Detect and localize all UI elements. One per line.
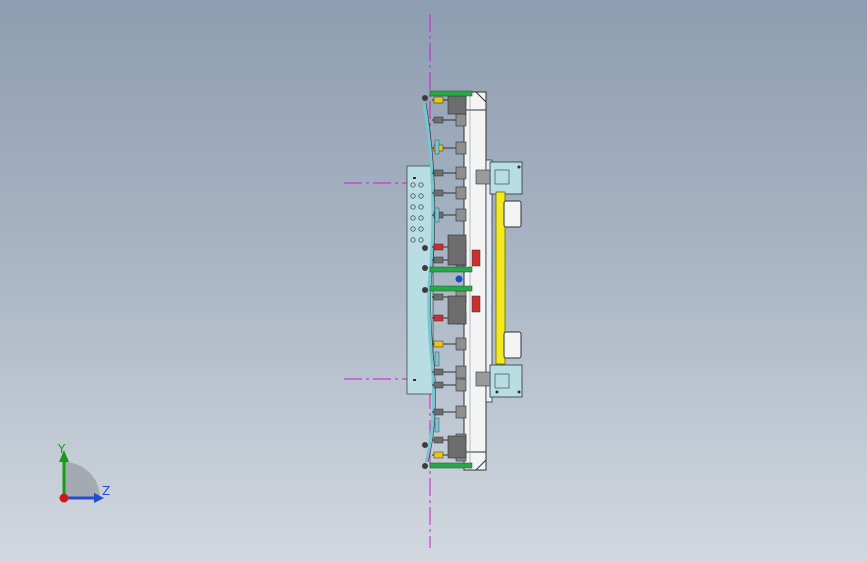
clamp-head xyxy=(433,368,444,376)
connector-block xyxy=(475,169,491,185)
edge-pin xyxy=(422,265,428,271)
clamp-body xyxy=(455,337,467,351)
clamp-body xyxy=(455,141,467,155)
clamp-body xyxy=(455,208,467,222)
triad-arc xyxy=(64,462,100,498)
clamp-head xyxy=(433,293,444,301)
actuator-cylinder xyxy=(447,95,467,115)
clamp-head xyxy=(433,451,444,459)
clamp-head xyxy=(433,436,444,444)
support-pad xyxy=(434,351,440,367)
support-pad xyxy=(434,207,440,223)
clamp-head xyxy=(433,169,444,177)
locator-pin-icon xyxy=(455,275,463,283)
origin-dot xyxy=(59,493,69,503)
clamp-head xyxy=(433,340,444,348)
edge-pin xyxy=(422,245,428,251)
edge-pin xyxy=(422,442,428,448)
clamp-head xyxy=(433,189,444,197)
clamp-body xyxy=(455,378,467,392)
edge-pin xyxy=(422,287,428,293)
z-axis-label: Z xyxy=(102,484,111,498)
clamp-body xyxy=(455,166,467,180)
red-cylinder xyxy=(471,249,481,267)
clamp-head xyxy=(433,256,444,264)
edge-pin xyxy=(422,463,428,469)
actuator-cylinder xyxy=(447,295,467,325)
y-axis-label: Y xyxy=(58,442,66,456)
clamp-head xyxy=(433,243,444,251)
lower-stop-block xyxy=(503,331,522,359)
clamp-head xyxy=(433,381,444,389)
support-pad xyxy=(434,139,440,155)
cad-viewport[interactable]: Y Z xyxy=(0,0,867,562)
support-column xyxy=(485,159,523,403)
support-pad xyxy=(434,417,440,433)
clamp-head xyxy=(433,116,444,124)
clamp-body xyxy=(455,405,467,419)
clamp-body xyxy=(455,186,467,200)
main-frame xyxy=(463,91,487,471)
axis-triad: Y Z xyxy=(44,440,124,510)
clamp-head xyxy=(433,314,444,322)
edge-pin xyxy=(422,95,428,101)
clamp-body xyxy=(455,365,467,379)
actuator-cylinder xyxy=(447,234,467,266)
clamp-head xyxy=(433,96,444,104)
clamp-head xyxy=(433,408,444,416)
connector-block xyxy=(475,371,491,387)
model-scene[interactable] xyxy=(0,0,867,562)
clamp-body xyxy=(455,113,467,127)
upper-stop-block xyxy=(503,200,522,228)
red-cylinder xyxy=(471,295,481,313)
actuator-cylinder xyxy=(447,435,467,459)
